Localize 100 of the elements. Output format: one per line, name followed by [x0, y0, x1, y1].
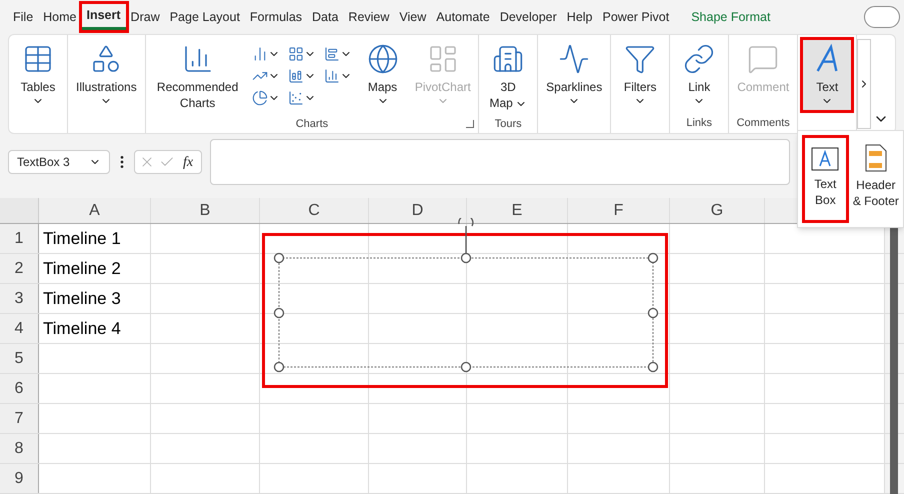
sheet-cell[interactable] — [151, 374, 260, 403]
sheet-cell[interactable] — [369, 254, 467, 283]
sheet-cell[interactable] — [369, 434, 467, 463]
menu-tab[interactable]: Data — [307, 4, 344, 30]
sheet-cell[interactable] — [467, 254, 568, 283]
row-header[interactable]: 6 — [0, 374, 39, 403]
sheet-cell[interactable] — [151, 224, 260, 253]
select-all-corner[interactable] — [0, 198, 39, 223]
row-header[interactable]: 4 — [0, 314, 39, 343]
column-header[interactable]: C — [260, 198, 369, 223]
column-header[interactable]: G — [670, 198, 765, 223]
sheet-cell[interactable] — [151, 254, 260, 283]
menu-tab[interactable]: Shape Format — [686, 4, 776, 30]
sheet-cell[interactable] — [467, 464, 568, 493]
sheet-cell[interactable] — [765, 284, 885, 313]
sheet-cell[interactable] — [260, 284, 369, 313]
row-header[interactable]: 1 — [0, 224, 39, 253]
column-header[interactable]: B — [151, 198, 260, 223]
dialog-launcher-icon[interactable] — [466, 120, 474, 128]
ribbon-button[interactable]: Maps — [358, 39, 408, 111]
sheet-cell[interactable] — [568, 464, 670, 493]
sheet-cell[interactable] — [260, 344, 369, 373]
sheet-cell[interactable] — [260, 404, 369, 433]
sheet-cell[interactable] — [151, 464, 260, 493]
sheet-cell[interactable] — [39, 464, 151, 493]
column-header[interactable]: F — [568, 198, 670, 223]
row-header[interactable]: 5 — [0, 344, 39, 373]
sheet-cell[interactable] — [568, 284, 670, 313]
menu-tab[interactable]: Help — [562, 4, 598, 30]
insert-function-button[interactable]: fx — [179, 152, 198, 172]
sheet-cell[interactable] — [467, 344, 568, 373]
sheet-cell[interactable] — [260, 314, 369, 343]
sheet-cell[interactable]: Timeline 1 — [39, 224, 151, 253]
sheet-cell[interactable] — [369, 344, 467, 373]
ribbon-button[interactable]: 3D Map — [483, 39, 534, 115]
menu-option[interactable]: Text Box — [802, 135, 849, 223]
sheet-cell[interactable] — [260, 254, 369, 283]
ribbon-button[interactable]: Text — [802, 39, 852, 111]
sheet-cell[interactable] — [467, 404, 568, 433]
row-header[interactable]: 7 — [0, 404, 39, 433]
sheet-cell[interactable] — [260, 464, 369, 493]
menu-tab[interactable]: Home — [38, 4, 82, 30]
sheet-cell[interactable] — [765, 434, 885, 463]
sheet-cell[interactable] — [260, 434, 369, 463]
sheet-cell[interactable] — [670, 224, 765, 253]
menu-tab[interactable]: Power Pivot — [598, 4, 674, 30]
sheet-cell[interactable] — [151, 284, 260, 313]
ribbon-button[interactable]: Recommended Charts — [150, 39, 246, 115]
sheet-cell[interactable] — [765, 374, 885, 403]
menu-tab[interactable]: Developer — [494, 4, 562, 30]
row-header[interactable]: 9 — [0, 464, 39, 493]
sheet-cell[interactable] — [467, 224, 568, 253]
sheet-cell[interactable] — [467, 284, 568, 313]
sheet-cell[interactable] — [369, 314, 467, 343]
sheet-cell[interactable] — [369, 464, 467, 493]
sheet-cell[interactable]: Timeline 4 — [39, 314, 151, 343]
row-header[interactable]: 8 — [0, 434, 39, 463]
formula-input[interactable] — [210, 139, 790, 185]
sheet-cell[interactable]: Timeline 2 — [39, 254, 151, 283]
sheet-cell[interactable] — [765, 344, 885, 373]
sheet-cell[interactable] — [765, 254, 885, 283]
sheet-cell[interactable] — [765, 404, 885, 433]
sheet-cell[interactable] — [568, 434, 670, 463]
sheet-cell[interactable] — [568, 254, 670, 283]
sheet-cell[interactable] — [670, 314, 765, 343]
menu-tab[interactable]: Review — [343, 4, 394, 30]
column-header[interactable]: D — [369, 198, 467, 223]
ribbon-button[interactable]: Tables — [13, 39, 63, 111]
sheet-cell[interactable] — [670, 374, 765, 403]
column-header[interactable]: A — [39, 198, 151, 223]
sheet-cell[interactable] — [467, 434, 568, 463]
sheet-cell[interactable] — [765, 464, 885, 493]
sheet-cell[interactable]: Timeline 3 — [39, 284, 151, 313]
sheet-cell[interactable] — [670, 464, 765, 493]
sheet-cell[interactable] — [568, 344, 670, 373]
ribbon-button[interactable]: Sparklines — [542, 39, 606, 111]
sheet-cell[interactable] — [151, 344, 260, 373]
row-header[interactable]: 2 — [0, 254, 39, 283]
menu-tab[interactable]: Draw — [126, 4, 165, 30]
menu-option[interactable]: Header & Footer — [852, 135, 899, 223]
sheet-cell[interactable] — [765, 224, 885, 253]
sheet-cell[interactable] — [151, 404, 260, 433]
ribbon-button[interactable]: Illustrations — [72, 39, 141, 111]
sheet-cell[interactable] — [369, 374, 467, 403]
sheet-cell[interactable] — [670, 284, 765, 313]
sheet-cell[interactable] — [670, 344, 765, 373]
name-box[interactable]: TextBox 3 — [8, 150, 110, 174]
toggle-button[interactable] — [864, 6, 900, 28]
menu-tab[interactable]: Page Layout — [164, 4, 245, 30]
sheet-cell[interactable] — [39, 344, 151, 373]
row-header[interactable]: 3 — [0, 284, 39, 313]
sheet-cell[interactable] — [369, 284, 467, 313]
ribbon-button[interactable]: Filters — [615, 39, 666, 111]
sheet-cell[interactable] — [568, 314, 670, 343]
sheet-cell[interactable] — [467, 314, 568, 343]
menu-tab[interactable]: View — [394, 4, 432, 30]
ribbon-button[interactable]: Link — [674, 39, 724, 111]
sheet-cell[interactable] — [670, 434, 765, 463]
sheet-cell[interactable] — [670, 254, 765, 283]
sheet-cell[interactable] — [467, 374, 568, 403]
